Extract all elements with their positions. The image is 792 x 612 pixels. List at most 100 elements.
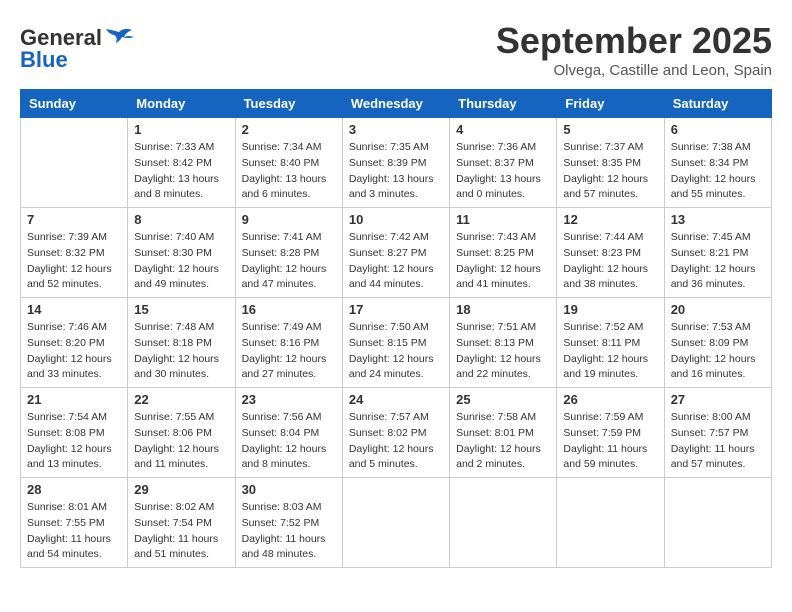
day-number: 19: [563, 302, 657, 317]
calendar-cell: 4 Sunrise: 7:36 AM Sunset: 8:37 PM Daylig…: [450, 118, 557, 208]
day-info: Sunrise: 8:03 AM Sunset: 7:52 PM Dayligh…: [242, 500, 336, 563]
day-info: Sunrise: 7:35 AM Sunset: 8:39 PM Dayligh…: [349, 140, 443, 203]
calendar-cell: 18 Sunrise: 7:51 AM Sunset: 8:13 PM Dayli…: [450, 298, 557, 388]
day-info: Sunrise: 7:44 AM Sunset: 8:23 PM Dayligh…: [563, 230, 657, 293]
day-info: Sunrise: 8:01 AM Sunset: 7:55 PM Dayligh…: [27, 500, 121, 563]
day-info: Sunrise: 7:57 AM Sunset: 8:02 PM Dayligh…: [349, 410, 443, 473]
calendar-cell: 9 Sunrise: 7:41 AM Sunset: 8:28 PM Daylig…: [235, 208, 342, 298]
calendar-cell: 26Sunrise: 7:59 AM Sunset: 7:59 PM Dayli…: [557, 388, 664, 478]
calendar-week-1: 1 Sunrise: 7:33 AM Sunset: 8:42 PM Daylig…: [21, 118, 772, 208]
header-row: SundayMondayTuesdayWednesdayThursdayFrid…: [21, 90, 772, 118]
day-info: Sunrise: 7:50 AM Sunset: 8:15 PM Dayligh…: [349, 320, 443, 383]
day-number: 4: [456, 122, 550, 137]
day-number: 18: [456, 302, 550, 317]
day-number: 15: [134, 302, 228, 317]
day-number: 21: [27, 392, 121, 407]
day-info: Sunrise: 7:51 AM Sunset: 8:13 PM Dayligh…: [456, 320, 550, 383]
calendar-week-2: 7 Sunrise: 7:39 AM Sunset: 8:32 PM Daylig…: [21, 208, 772, 298]
calendar-week-3: 14 Sunrise: 7:46 AM Sunset: 8:20 PM Dayli…: [21, 298, 772, 388]
day-number: 9: [242, 212, 336, 227]
calendar-cell: 29 Sunrise: 8:02 AM Sunset: 7:54 PM Dayli…: [128, 478, 235, 568]
day-number: 16: [242, 302, 336, 317]
calendar-cell: [664, 478, 771, 568]
day-number: 7: [27, 212, 121, 227]
calendar-cell: 28 Sunrise: 8:01 AM Sunset: 7:55 PM Dayli…: [21, 478, 128, 568]
day-number: 11: [456, 212, 550, 227]
day-number: 13: [671, 212, 765, 227]
day-number: 14: [27, 302, 121, 317]
day-number: 17: [349, 302, 443, 317]
calendar-cell: 25 Sunrise: 7:58 AM Sunset: 8:01 PM Dayli…: [450, 388, 557, 478]
calendar-cell: 22 Sunrise: 7:55 AM Sunset: 8:06 PM Dayli…: [128, 388, 235, 478]
day-info: Sunrise: 7:59 AM Sunset: 7:59 PM Dayligh…: [563, 410, 657, 473]
day-info: Sunrise: 8:00 AM Sunset: 7:57 PM Dayligh…: [671, 410, 765, 473]
calendar-cell: 13 Sunrise: 7:45 AM Sunset: 8:21 PM Dayli…: [664, 208, 771, 298]
day-number: 24: [349, 392, 443, 407]
day-info: Sunrise: 8:02 AM Sunset: 7:54 PM Dayligh…: [134, 500, 228, 563]
day-number: 27: [671, 392, 765, 407]
day-number: 25: [456, 392, 550, 407]
calendar-table: SundayMondayTuesdayWednesdayThursdayFrid…: [20, 89, 772, 568]
day-number: 29: [134, 482, 228, 497]
calendar-week-5: 28 Sunrise: 8:01 AM Sunset: 7:55 PM Dayli…: [21, 478, 772, 568]
calendar-cell: 20Sunrise: 7:53 AM Sunset: 8:09 PM Dayli…: [664, 298, 771, 388]
day-number: 23: [242, 392, 336, 407]
calendar-cell: [557, 478, 664, 568]
day-info: Sunrise: 7:40 AM Sunset: 8:30 PM Dayligh…: [134, 230, 228, 293]
day-info: Sunrise: 7:37 AM Sunset: 8:35 PM Dayligh…: [563, 140, 657, 203]
location-subtitle: Olvega, Castille and Leon, Spain: [496, 62, 772, 79]
day-info: Sunrise: 7:54 AM Sunset: 8:08 PM Dayligh…: [27, 410, 121, 473]
calendar-cell: 5 Sunrise: 7:37 AM Sunset: 8:35 PM Daylig…: [557, 118, 664, 208]
calendar-cell: 23Sunrise: 7:56 AM Sunset: 8:04 PM Dayli…: [235, 388, 342, 478]
day-info: Sunrise: 7:41 AM Sunset: 8:28 PM Dayligh…: [242, 230, 336, 293]
calendar-cell: 2Sunrise: 7:34 AM Sunset: 8:40 PM Daylig…: [235, 118, 342, 208]
calendar-cell: 24 Sunrise: 7:57 AM Sunset: 8:02 PM Dayli…: [342, 388, 449, 478]
day-info: Sunrise: 7:46 AM Sunset: 8:20 PM Dayligh…: [27, 320, 121, 383]
day-number: 12: [563, 212, 657, 227]
day-header-wednesday: Wednesday: [342, 90, 449, 118]
day-number: 1: [134, 122, 228, 137]
calendar-cell: 14 Sunrise: 7:46 AM Sunset: 8:20 PM Dayli…: [21, 298, 128, 388]
day-info: Sunrise: 7:52 AM Sunset: 8:11 PM Dayligh…: [563, 320, 657, 383]
calendar-header: SundayMondayTuesdayWednesdayThursdayFrid…: [21, 90, 772, 118]
calendar-cell: 11 Sunrise: 7:43 AM Sunset: 8:25 PM Dayli…: [450, 208, 557, 298]
day-number: 30: [242, 482, 336, 497]
calendar-cell: [21, 118, 128, 208]
calendar-cell: 8 Sunrise: 7:40 AM Sunset: 8:30 PM Daylig…: [128, 208, 235, 298]
calendar-cell: 3Sunrise: 7:35 AM Sunset: 8:39 PM Daylig…: [342, 118, 449, 208]
day-info: Sunrise: 7:43 AM Sunset: 8:25 PM Dayligh…: [456, 230, 550, 293]
day-info: Sunrise: 7:34 AM Sunset: 8:40 PM Dayligh…: [242, 140, 336, 203]
day-number: 8: [134, 212, 228, 227]
day-info: Sunrise: 7:42 AM Sunset: 8:27 PM Dayligh…: [349, 230, 443, 293]
logo-blue: Blue: [20, 47, 68, 73]
day-header-saturday: Saturday: [664, 90, 771, 118]
calendar-cell: 7 Sunrise: 7:39 AM Sunset: 8:32 PM Daylig…: [21, 208, 128, 298]
day-info: Sunrise: 7:48 AM Sunset: 8:18 PM Dayligh…: [134, 320, 228, 383]
calendar-cell: 6Sunrise: 7:38 AM Sunset: 8:34 PM Daylig…: [664, 118, 771, 208]
calendar-cell: 30 Sunrise: 8:03 AM Sunset: 7:52 PM Dayli…: [235, 478, 342, 568]
day-info: Sunrise: 7:33 AM Sunset: 8:42 PM Dayligh…: [134, 140, 228, 203]
title-area: September 2025 Olvega, Castille and Leon…: [496, 20, 772, 79]
calendar-cell: 10 Sunrise: 7:42 AM Sunset: 8:27 PM Dayli…: [342, 208, 449, 298]
calendar-cell: 19 Sunrise: 7:52 AM Sunset: 8:11 PM Dayli…: [557, 298, 664, 388]
calendar-cell: 12 Sunrise: 7:44 AM Sunset: 8:23 PM Dayli…: [557, 208, 664, 298]
calendar-cell: 15 Sunrise: 7:48 AM Sunset: 8:18 PM Dayli…: [128, 298, 235, 388]
day-number: 20: [671, 302, 765, 317]
calendar-body: 1 Sunrise: 7:33 AM Sunset: 8:42 PM Daylig…: [21, 118, 772, 568]
day-info: Sunrise: 7:39 AM Sunset: 8:32 PM Dayligh…: [27, 230, 121, 293]
day-number: 10: [349, 212, 443, 227]
day-number: 5: [563, 122, 657, 137]
calendar-cell: 21 Sunrise: 7:54 AM Sunset: 8:08 PM Dayli…: [21, 388, 128, 478]
day-number: 22: [134, 392, 228, 407]
calendar-cell: 1 Sunrise: 7:33 AM Sunset: 8:42 PM Daylig…: [128, 118, 235, 208]
day-number: 6: [671, 122, 765, 137]
day-number: 28: [27, 482, 121, 497]
calendar-cell: [342, 478, 449, 568]
day-info: Sunrise: 7:55 AM Sunset: 8:06 PM Dayligh…: [134, 410, 228, 473]
day-info: Sunrise: 7:58 AM Sunset: 8:01 PM Dayligh…: [456, 410, 550, 473]
day-info: Sunrise: 7:45 AM Sunset: 8:21 PM Dayligh…: [671, 230, 765, 293]
day-info: Sunrise: 7:49 AM Sunset: 8:16 PM Dayligh…: [242, 320, 336, 383]
day-info: Sunrise: 7:36 AM Sunset: 8:37 PM Dayligh…: [456, 140, 550, 203]
day-header-sunday: Sunday: [21, 90, 128, 118]
calendar-cell: 16 Sunrise: 7:49 AM Sunset: 8:16 PM Dayli…: [235, 298, 342, 388]
